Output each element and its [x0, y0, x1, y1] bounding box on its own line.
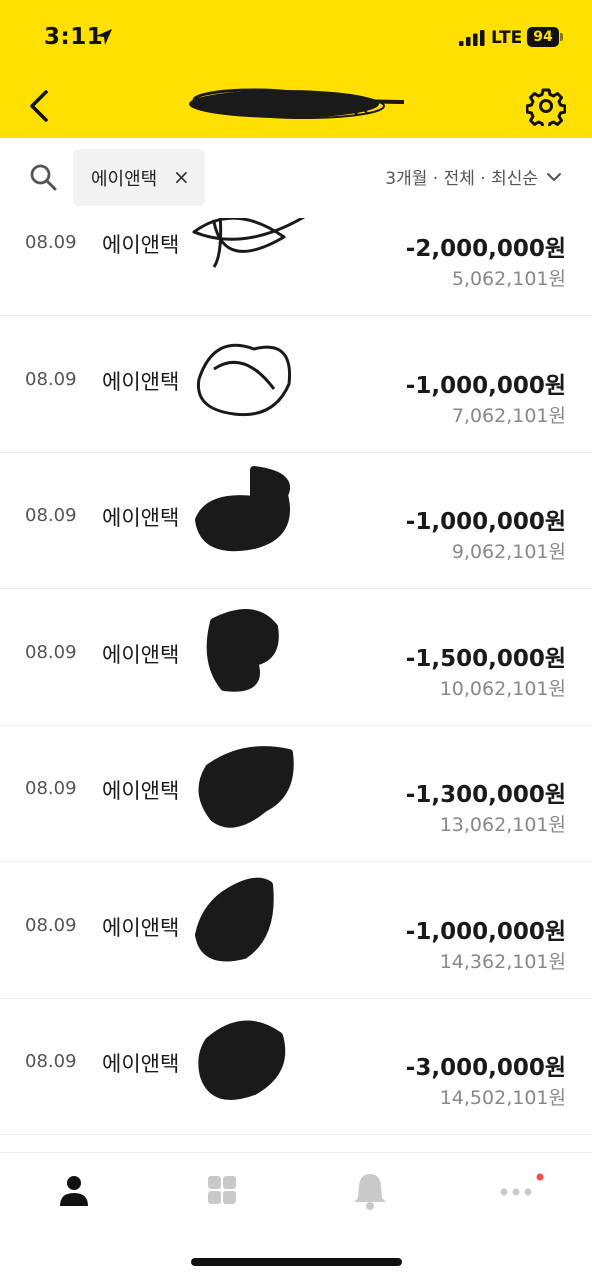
transaction-balance: 14,362,101원	[439, 950, 566, 973]
search-icon[interactable]	[28, 162, 58, 192]
transaction-row[interactable]: 08.09 에이앤택 -1,000,000원 14,362,101원	[0, 863, 592, 999]
location-arrow-icon	[96, 29, 112, 45]
transaction-name: 에이앤택	[102, 233, 180, 257]
transaction-amount: -1,000,000원	[405, 918, 566, 945]
transaction-date: 08.09	[25, 778, 77, 799]
redacted-name-scribble	[198, 1020, 286, 1100]
transaction-date: 08.09	[25, 505, 77, 526]
transaction-name: 에이앤택	[102, 1052, 180, 1076]
transaction-date: 08.09	[25, 641, 77, 663]
redacted-name-scribble	[196, 343, 292, 416]
transaction-balance: 9,062,101원	[451, 541, 566, 563]
filter-chip-label: 에이앤택	[91, 168, 158, 190]
transaction-amount: -2,000,000원	[405, 236, 566, 262]
transaction-name: 에이앤택	[102, 915, 180, 940]
redacted-name-scribble	[192, 218, 306, 268]
tab-account[interactable]	[44, 1171, 104, 1211]
transaction-row[interactable]: 08.09 에이앤택 -1,000,000원 7,062,101원	[0, 317, 592, 453]
filter-bar: 에이앤택 × 3개월 · 전체 · 최신순	[0, 138, 592, 218]
bell-icon	[354, 1174, 386, 1210]
transaction-name: 에이앤택	[102, 779, 180, 803]
header: 3:11 LTE 94	[0, 0, 592, 138]
transaction-row[interactable]: 08.09 에이앤택 -1,300,000원 13,062,101원	[0, 726, 592, 862]
network-type: LTE	[491, 28, 523, 48]
transaction-amount: -1,300,000원	[405, 782, 566, 808]
transaction-list[interactable]: 08.09 에이앤택 -2,000,000원 5,062,101원 08.09 에이앤택 -…	[0, 218, 592, 1152]
transaction-row[interactable]: 08.09 에이앤택 -1,500,000원 10,062,101원	[0, 590, 592, 726]
tab-notifications[interactable]	[340, 1171, 400, 1211]
transaction-row[interactable]: 08.09 에이앤택 -2,000,000원 5,062,101원	[0, 218, 592, 316]
filter-options-button[interactable]: 3개월 · 전체 · 최신순	[385, 164, 564, 189]
status-bar: 3:11 LTE 94	[0, 0, 592, 74]
close-icon[interactable]: ×	[173, 165, 190, 189]
transaction-name: 에이앤택	[102, 506, 180, 530]
redacted-title	[189, 88, 405, 119]
tab-menu[interactable]	[192, 1171, 252, 1211]
notification-badge	[536, 1173, 544, 1181]
transaction-balance: 14,502,101원	[439, 1087, 566, 1109]
grid-icon	[208, 1176, 236, 1204]
filter-summary-label: 3개월 · 전체 · 최신순	[385, 169, 538, 189]
filter-chip[interactable]: 에이앤택 ×	[73, 149, 205, 206]
transaction-date: 08.09	[25, 914, 77, 936]
battery-level: 94	[527, 27, 559, 47]
transaction-row[interactable]: 08.09 에이앤택 -1,000,000원 9,062,101원	[0, 453, 592, 589]
signal-icon	[459, 30, 485, 46]
chevron-down-icon	[547, 172, 561, 181]
transaction-balance: 7,062,101원	[451, 404, 566, 427]
person-icon	[60, 1176, 88, 1206]
redacted-name-scribble	[198, 746, 294, 828]
transaction-balance: 5,062,101원	[451, 268, 566, 290]
nav-bar	[0, 74, 592, 138]
transaction-date: 08.09	[25, 232, 77, 253]
more-icon	[500, 1173, 544, 1196]
tab-more[interactable]	[488, 1171, 548, 1211]
transaction-amount: -1,500,000원	[405, 645, 566, 672]
transaction-balance: 13,062,101원	[439, 814, 566, 836]
transaction-amount: -1,000,000원	[405, 372, 566, 399]
redacted-name-scribble	[206, 608, 279, 692]
chevron-left-icon[interactable]	[26, 86, 54, 126]
redacted-name-scribble	[195, 466, 290, 552]
transaction-row[interactable]: 08.09 에이앤택 -3,000,000원 14,502,101원	[0, 999, 592, 1135]
gear-icon[interactable]	[526, 86, 566, 126]
battery-icon: 94	[527, 27, 563, 47]
transaction-balance: 10,062,101원	[439, 677, 566, 700]
transaction-date: 08.09	[25, 1051, 77, 1072]
transaction-amount: -3,000,000원	[405, 1055, 566, 1081]
transaction-amount: -1,000,000원	[405, 509, 566, 535]
redacted-name-scribble	[195, 877, 274, 961]
transaction-date: 08.09	[25, 368, 77, 390]
transaction-name: 에이앤택	[102, 369, 180, 394]
home-indicator	[191, 1258, 402, 1266]
transaction-name: 에이앤택	[102, 642, 180, 667]
